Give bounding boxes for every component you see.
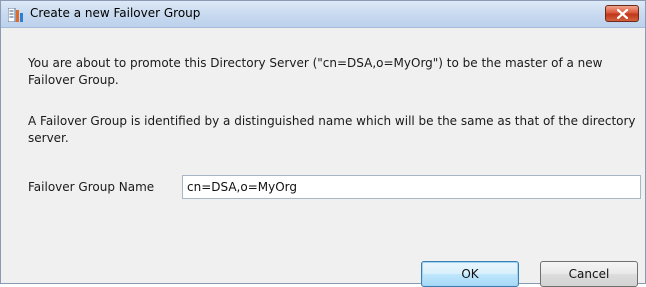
window-title: Create a new Failover Group (30, 6, 201, 20)
dialog-content: You are about to promote this Directory … (1, 28, 645, 287)
close-icon (617, 9, 628, 19)
failover-group-dialog: Create a new Failover Group You are abou… (0, 0, 646, 287)
close-button[interactable] (605, 5, 639, 22)
title-bar[interactable]: Create a new Failover Group (1, 1, 645, 28)
app-menu-icon[interactable] (7, 7, 24, 23)
ok-button[interactable]: OK (421, 261, 519, 287)
failover-group-name-label: Failover Group Name (28, 180, 155, 194)
failover-group-name-input[interactable] (182, 175, 641, 199)
cancel-button[interactable]: Cancel (540, 261, 638, 287)
promotion-message: You are about to promote this Directory … (28, 56, 603, 87)
failover-description: A Failover Group is identified by a dist… (28, 114, 636, 145)
